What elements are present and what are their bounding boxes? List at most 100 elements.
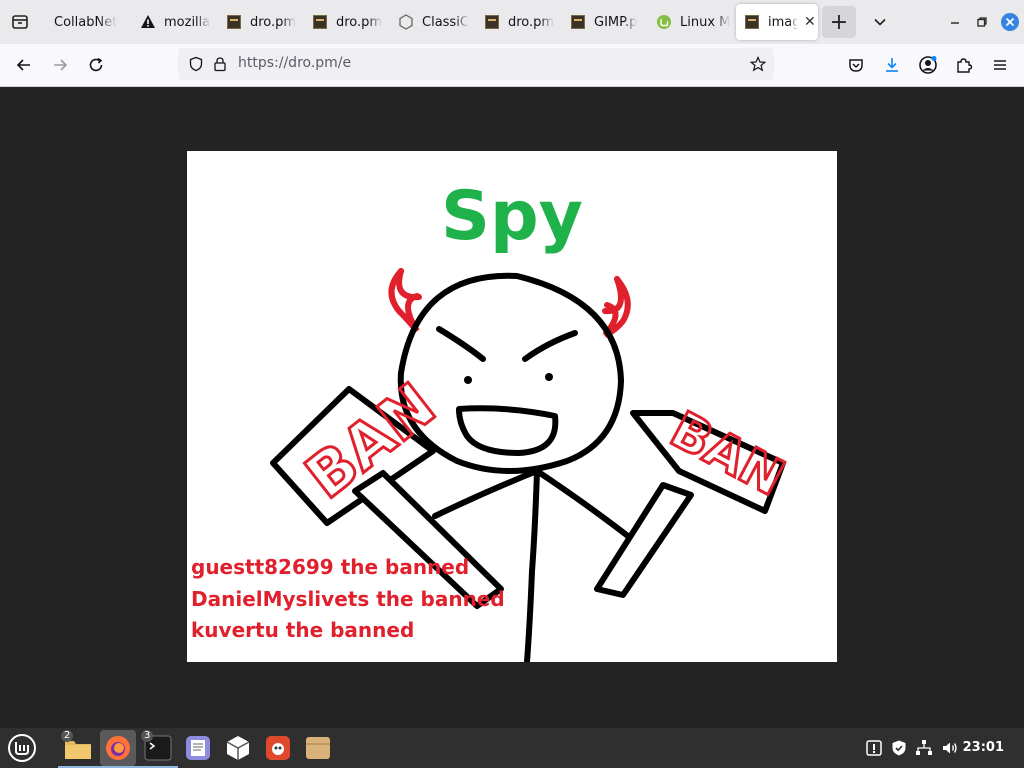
software-manager-app[interactable] [220,730,256,766]
gimp-icon [266,736,290,760]
displayed-image[interactable]: Spy BAN BAN guestt82699 the banned Danie… [187,151,837,662]
pocket-button[interactable] [840,49,872,81]
puzzle-icon [957,58,973,73]
extensions-button[interactable] [948,49,980,81]
update-info-icon [866,740,882,756]
dro-icon [312,14,328,30]
speaker-icon [943,742,957,754]
tab-mozilla[interactable]: mozilla [132,4,224,40]
update-manager-tray[interactable] [864,738,884,758]
tab-title: GIMP.p [594,14,638,30]
close-window-button[interactable] [998,10,1022,34]
tab-strip: CollabNet mozilla dro.pm dro.pm ClassiC … [0,0,1024,44]
banned-caption-3: kuvertu the banned [191,618,415,642]
minimize-icon [951,22,959,24]
files-app[interactable]: 2 [58,730,98,768]
account-button[interactable] [912,49,944,81]
cube-icon [398,14,414,30]
body-line [524,468,540,662]
firefox-app[interactable] [98,730,138,768]
tab-gimp[interactable]: GIMP.p [562,4,654,40]
bookmark-star-icon[interactable] [750,56,766,72]
grinning-mouth [456,405,559,456]
menu-button[interactable] [4,730,40,766]
terminal-app[interactable]: 3 [138,730,178,768]
firefox-view-icon [12,15,28,29]
gimp-app[interactable] [260,730,296,766]
reload-button[interactable] [80,49,112,81]
network-tray[interactable] [914,738,934,758]
banned-caption-2: DanielMyslivets the banned [191,587,505,611]
dro-icon [570,14,586,30]
tab-image-active[interactable]: imag ✕ [736,4,818,40]
head-outline [397,272,625,474]
arrow-right-icon [54,59,68,71]
left-horn [388,268,420,333]
text-editor-app[interactable] [180,730,216,766]
forward-button[interactable] [44,49,76,81]
tab-title: mozilla [164,14,211,30]
restore-icon [977,17,987,27]
banned-caption-1: guestt82699 the banned [191,555,470,579]
download-icon [886,58,898,72]
back-button[interactable] [8,49,40,81]
left-eye [464,376,472,384]
mint-menu-icon [8,734,36,762]
hamburger-menu-icon [994,60,1006,70]
package-box-icon [226,736,250,760]
new-tab-button[interactable]: + [822,6,856,38]
tab-title: dro.pm [336,14,383,30]
stick-figure-drawing: BAN BAN [270,268,795,662]
close-icon [1001,13,1019,31]
lock-icon[interactable] [212,56,228,72]
list-all-tabs-button[interactable] [866,6,894,38]
taskbar: 2 3 23:01 [0,728,1024,768]
close-tab-icon[interactable]: ✕ [804,14,816,30]
tab-classic[interactable]: ClassiC [390,4,482,40]
network-icon [916,740,932,755]
left-eyebrow [436,326,486,362]
tab-linux-mint[interactable]: Linux M [648,4,740,40]
volume-tray[interactable] [940,738,960,758]
tab-title: CollabNet [54,14,118,30]
navigation-toolbar: https://dro.pm/e [0,44,1024,87]
clock[interactable]: 23:01 [963,740,1004,755]
archive-manager-app[interactable] [300,730,336,766]
tab-title: dro.pm [508,14,555,30]
right-eyebrow [522,330,578,362]
pocket-icon [849,59,863,72]
tab-title: imag [768,14,798,30]
mint-icon [656,14,672,30]
security-tray[interactable] [889,738,909,758]
tab-dro-pm-2[interactable]: dro.pm [304,4,396,40]
tab-title: ClassiC [422,14,469,30]
tab-dro-pm-1[interactable]: dro.pm [218,4,310,40]
maximize-button[interactable] [970,10,994,34]
right-eye [545,373,553,381]
tab-title: Linux M [680,14,731,30]
archive-box-icon [306,737,330,759]
app-menu-button[interactable] [984,49,1016,81]
shield-check-icon [892,740,906,756]
warning-icon [140,14,156,30]
tab-collabnet[interactable]: CollabNet [44,4,138,40]
right-sign-handle [594,482,694,598]
url-text[interactable]: https://dro.pm/e [238,55,351,71]
firefox-icon [106,736,130,760]
page-content: Spy BAN BAN guestt82699 the banned Danie… [0,87,1024,728]
dro-icon [744,14,760,30]
minimize-button[interactable] [943,10,967,34]
account-icon [919,56,937,74]
reload-icon [89,57,103,72]
text-editor-icon [186,736,210,760]
firefox-view-button[interactable] [4,6,36,38]
plus-icon: + [829,9,849,35]
left-arm [432,468,540,519]
tab-title: dro.pm [250,14,297,30]
tab-dro-pm-3[interactable]: dro.pm [476,4,568,40]
url-bar[interactable]: https://dro.pm/e [178,48,774,80]
dro-icon [484,14,500,30]
chevron-down-icon [874,18,886,26]
downloads-button[interactable] [876,49,908,81]
shield-icon[interactable] [188,56,204,72]
